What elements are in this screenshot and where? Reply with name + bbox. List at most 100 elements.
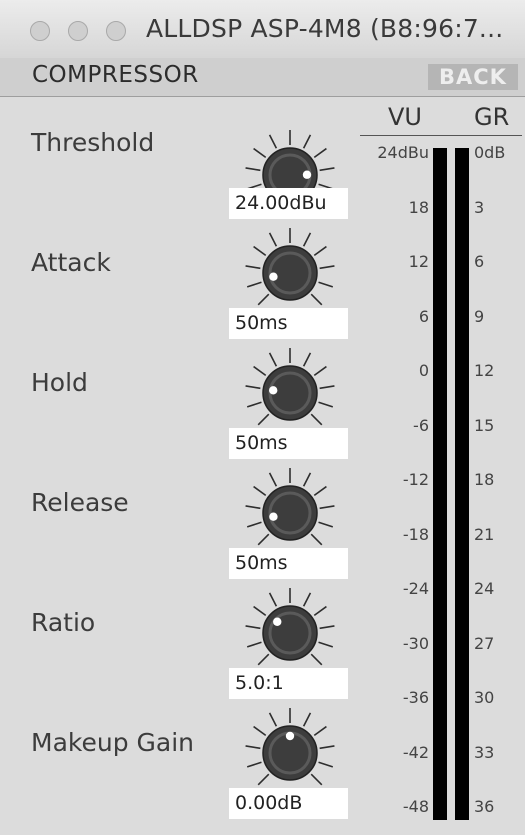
gr-scale-label: 27 [474,633,495,653]
knob-tick [257,413,270,426]
knob-tick [253,147,267,159]
vu-scale-label: -6 [413,415,429,435]
knob-tick [268,134,278,149]
makeup-gain-label: Makeup Gain [31,728,195,757]
knob-tick [246,401,262,408]
vu-heading: VU [388,103,422,131]
threshold-value-field[interactable]: 24.00dBu [229,188,348,219]
release-label: Release [31,488,129,517]
gr-heading: GR [474,103,510,131]
gr-scale-label: 21 [474,524,495,544]
knob-indicator [269,512,278,521]
attack-value-field[interactable]: 50ms [229,308,348,339]
gr-scale-label: 30 [474,688,495,707]
knob-tick [245,265,261,270]
minimize-window-button[interactable] [68,21,88,41]
vu-scale-label: -48 [402,797,429,816]
vu-scale-label: -36 [402,688,429,707]
knob-tick [246,761,262,768]
vu-scale-label: -18 [402,524,429,544]
knob-tick [268,352,278,367]
gr-scale-label: 33 [474,742,495,762]
vu-meter-bar [433,148,447,820]
knob-indicator [273,617,282,626]
gr-scale-label: 0dB [474,143,506,162]
gr-scale-label: 24 [474,579,495,598]
vu-scale-label: -12 [402,470,429,489]
knob-indicator [302,170,312,179]
knob-tick [319,167,335,172]
vu-scale-label: -30 [402,633,429,653]
release-value-field[interactable]: 50ms [229,548,348,579]
vu-scale-label: 24dBu [377,143,429,162]
knob-indicator [269,272,278,281]
vu-scale-label: 18 [408,197,429,217]
vu-scale-label: 6 [418,306,429,326]
knob-tick [313,147,327,159]
knob-tick [313,485,327,497]
back-button[interactable]: BACK [428,64,518,90]
knob-tick [318,401,334,408]
knob-tick [246,521,262,528]
section-title: COMPRESSOR [32,62,199,88]
knob-indicator [285,731,295,741]
knob-tick [245,625,261,630]
knob-tick [319,505,335,510]
gr-meter-bar [455,148,469,820]
knob-tick [257,293,270,306]
knob-tick [253,245,267,257]
meter-header-divider [360,135,522,136]
knob-tick [253,485,267,497]
knob-tick [302,232,312,247]
knob-tick [268,592,278,607]
knob-tick [310,293,323,306]
knob-tick [313,725,327,737]
knob-tick [245,745,261,750]
knob-tick [302,712,312,727]
hold-label: Hold [31,368,88,397]
hold-value-field[interactable]: 50ms [229,428,348,459]
gr-scale-label: 36 [474,797,495,816]
window-title: ALLDSP ASP-4M8 (B8:96:7... [146,14,504,43]
knob-tick [246,641,262,648]
knob-tick [310,773,323,786]
gr-scale-label: 12 [474,361,495,380]
knob-tick [245,385,261,390]
vu-scale-label: -24 [402,579,429,598]
knob-tick [313,245,327,257]
gr-scale-label: 15 [474,415,495,435]
title-bar: ALLDSP ASP-4M8 (B8:96:7... [0,0,525,59]
gr-scale-label: 3 [474,197,485,217]
knob-tick [302,134,312,149]
knob-tick [268,712,278,727]
attack-label: Attack [31,248,111,277]
compressor-window: ALLDSP ASP-4M8 (B8:96:7... COMPRESSOR BA… [0,0,525,835]
knob-tick [257,533,270,546]
knob-tick [302,472,312,487]
ratio-label: Ratio [31,608,96,637]
knob-tick [318,761,334,768]
knob-tick [310,653,323,666]
knob-tick [318,521,334,528]
knob-tick [253,605,267,617]
knob-tick [319,745,335,750]
threshold-label: Threshold [31,128,155,157]
makeup-gain-value-field[interactable]: 0.00dB [229,788,348,819]
knob-tick [268,472,278,487]
ratio-value-field[interactable]: 5.0:1 [229,668,348,699]
close-window-button[interactable] [30,21,50,41]
knob-tick [319,385,335,390]
knob-tick [302,592,312,607]
zoom-window-button[interactable] [106,21,126,41]
knob-tick [245,167,261,172]
knob-tick [253,725,267,737]
knob-tick [257,653,270,666]
knob-tick [319,625,335,630]
knob-tick [313,365,327,377]
knob-tick [318,641,334,648]
gr-scale-label: 18 [474,470,495,489]
knob-tick [253,365,267,377]
knob-tick [318,281,334,288]
knob-tick [310,413,323,426]
knob-tick [268,232,278,247]
